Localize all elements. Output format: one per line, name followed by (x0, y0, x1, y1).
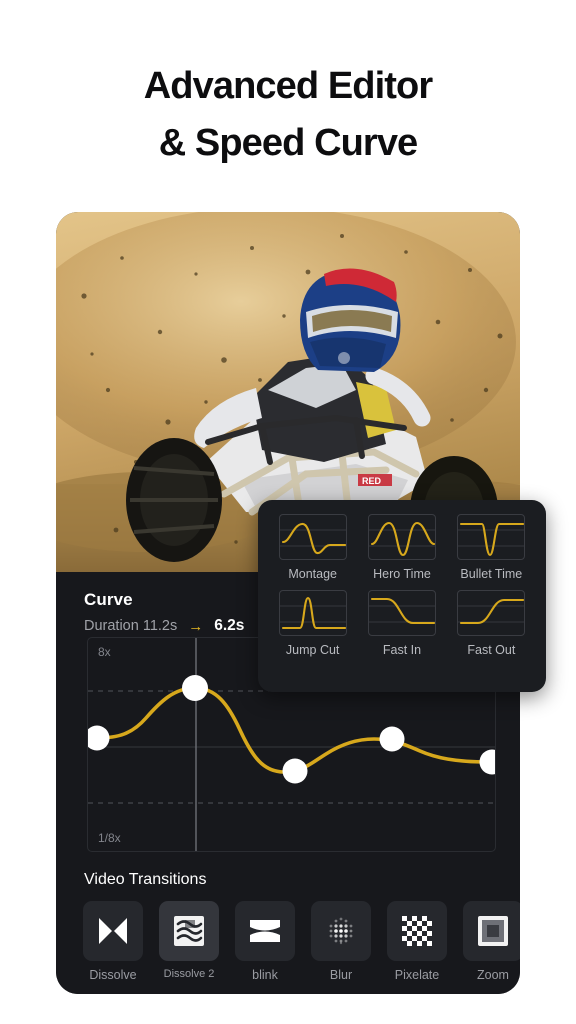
dissolve2-tile[interactable] (159, 901, 219, 961)
transition-item-blur[interactable]: Blur (308, 901, 374, 982)
transition-label: Pixelate (394, 968, 440, 982)
dissolve-tile[interactable] (83, 901, 143, 961)
preset-label: Jump Cut (285, 643, 340, 657)
transition-item-dissolve[interactable]: Dissolve (80, 901, 146, 982)
video-transitions-panel: Video Transitions Dissolve Dissolve 2 bl… (56, 862, 520, 994)
app-screenshot: Advanced Editor & Speed Curve RED Curve … (0, 0, 576, 1024)
preset-label: Montage (288, 567, 337, 581)
preset-label: Fast In (382, 643, 422, 657)
graph-min-label: 1/8x (98, 831, 121, 845)
duration-new: 6.2s (214, 617, 245, 634)
keyframe-dot (479, 749, 495, 775)
curve-jump-cut-icon (279, 596, 346, 630)
transition-label: blink (252, 968, 278, 982)
preset-item-fast-out[interactable]: Fast Out (447, 590, 536, 657)
page-title: Advanced Editor & Speed Curve (0, 58, 576, 172)
keyframe-dot (379, 726, 405, 752)
preset-item-fast-in[interactable]: Fast In (357, 590, 446, 657)
transition-item-blink[interactable]: blink (232, 901, 298, 982)
preset-label: Fast Out (467, 643, 516, 657)
keyframe-dot (182, 675, 208, 701)
transition-item-zoom[interactable]: Zoom (460, 901, 520, 982)
curve-fast-in-icon (368, 597, 435, 625)
preset-thumb[interactable] (457, 514, 526, 560)
duration-original: Duration 11.2s (84, 618, 178, 634)
preset-label: Hero Time (373, 567, 431, 581)
duration-row: Duration 11.2s → 6.2s (84, 617, 244, 635)
curve-fast-out-icon (458, 598, 525, 625)
pixelate-icon (402, 916, 432, 946)
headline-line-2: & Speed Curve (158, 122, 419, 164)
transition-label: Dissolve 2 (163, 968, 215, 980)
headline-line-1: Advanced Editor (143, 65, 433, 107)
curve-preset-grid: Montage Hero Time Bullet Time Jump Cut F… (268, 514, 536, 657)
preset-thumb[interactable] (367, 514, 436, 560)
blur-tile[interactable] (311, 901, 371, 961)
svg-text:RED: RED (362, 476, 382, 486)
curve-bullet-time-icon (458, 522, 525, 557)
preset-label: Bullet Time (460, 567, 523, 581)
transition-label: Zoom (477, 968, 509, 982)
preset-thumb[interactable] (278, 514, 347, 560)
curve-montage-icon (279, 522, 346, 555)
transition-item-dissolve-2[interactable]: Dissolve 2 (156, 901, 222, 982)
zoom-icon (478, 916, 508, 946)
keyframe-dot (282, 758, 308, 784)
curve-panel-title: Curve (84, 590, 133, 609)
transition-label: Blur (329, 968, 353, 982)
video-transitions-row: Dissolve Dissolve 2 blink Blur Pixelate … (80, 901, 520, 982)
preset-item-hero-time[interactable]: Hero Time (357, 514, 446, 581)
blur-icon (329, 917, 353, 945)
pixelate-tile[interactable] (387, 901, 447, 961)
dissolve-icon (99, 918, 127, 944)
video-transitions-title: Video Transitions (84, 871, 207, 888)
transition-item-pixelate[interactable]: Pixelate (384, 901, 450, 982)
graph-max-label: 8x (98, 645, 111, 659)
preset-thumb[interactable] (457, 590, 526, 636)
arrow-right-icon: → (188, 617, 204, 635)
blink-tile[interactable] (235, 901, 295, 961)
zoom-tile[interactable] (463, 901, 520, 961)
preset-thumb[interactable] (367, 590, 436, 636)
curve-hero-time-icon (368, 521, 435, 557)
transition-label: Dissolve (89, 968, 137, 982)
preset-item-montage[interactable]: Montage (268, 514, 357, 581)
preset-item-jump-cut[interactable]: Jump Cut (268, 590, 357, 657)
preset-thumb[interactable] (278, 590, 347, 636)
curve-preset-panel: Montage Hero Time Bullet Time Jump Cut F… (258, 500, 546, 692)
preset-item-bullet-time[interactable]: Bullet Time (447, 514, 536, 581)
dissolve2-icon (174, 916, 204, 946)
blink-icon (250, 920, 280, 942)
